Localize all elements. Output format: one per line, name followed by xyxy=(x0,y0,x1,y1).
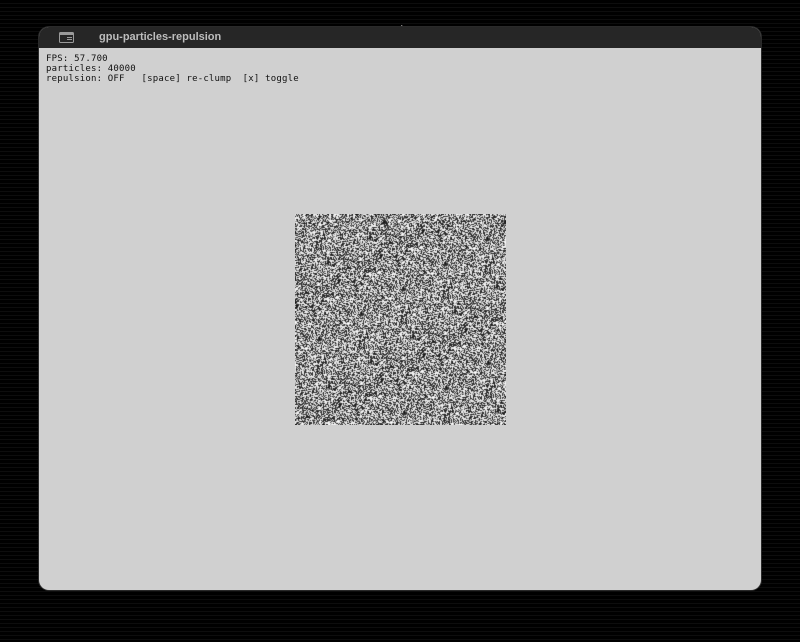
fps-readout: FPS: 57.700 xyxy=(46,54,108,64)
controls-hint: repulsion: OFF [space] re-clump [x] togg… xyxy=(46,74,299,84)
hud-overlay: FPS: 57.700 particles: 40000 repulsion: … xyxy=(46,54,299,84)
window-title: gpu-particles-repulsion xyxy=(99,31,222,43)
title-bar[interactable]: gpu-particles-repulsion xyxy=(39,27,761,48)
app-window: gpu-particles-repulsion FPS: 57.700 part… xyxy=(39,27,761,590)
terminal-window-icon xyxy=(59,32,74,43)
particle-count-readout: particles: 40000 xyxy=(46,64,136,74)
particle-clump[interactable] xyxy=(295,214,506,425)
